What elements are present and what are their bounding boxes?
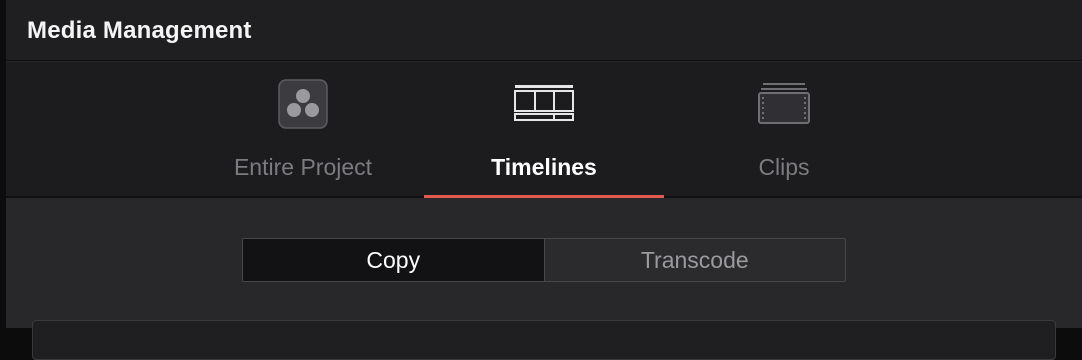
timeline-icon [509, 79, 579, 131]
settings-panel [32, 320, 1056, 360]
tab-entire-project[interactable]: Entire Project [183, 62, 423, 198]
active-tab-indicator [424, 195, 664, 198]
tab-label: Entire Project [233, 154, 373, 180]
transcode-button[interactable]: Transcode [543, 239, 845, 281]
copy-transcode-toggle: Copy Transcode [242, 238, 846, 282]
tab-timelines[interactable]: Timelines [424, 62, 664, 198]
tab-clips[interactable]: Clips [664, 62, 904, 198]
tab-bar: Entire Project Timelines Clips [6, 62, 1082, 198]
resolve-logo-icon [268, 79, 338, 131]
window-title: Media Management [27, 17, 252, 44]
tab-label: Timelines [491, 154, 597, 180]
media-management-window: Media Management Entire Project Timeline… [6, 0, 1082, 360]
copy-button[interactable]: Copy [243, 239, 544, 281]
title-bar: Media Management [6, 0, 1082, 61]
clips-icon [749, 79, 819, 131]
tab-label: Clips [758, 154, 810, 180]
